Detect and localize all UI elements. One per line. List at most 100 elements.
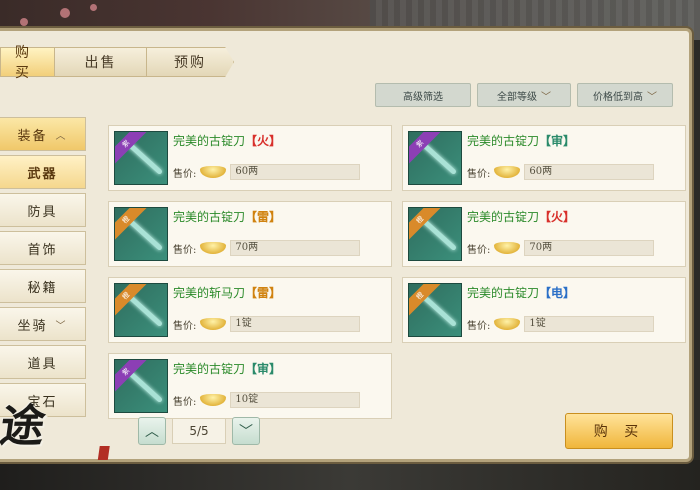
logo-text: 途 <box>0 401 45 452</box>
advanced-filter-label: 高级筛选 <box>403 91 443 103</box>
price-value: 1锭 <box>524 316 655 332</box>
blossom-decoration <box>90 4 97 11</box>
item-attribute: 【雷】 <box>245 286 282 300</box>
item-card[interactable]: 橙 完美的斩马刀【雷】 售价: 1锭 <box>108 277 392 343</box>
chevron-down-icon: ﹀ <box>239 424 253 440</box>
item-attribute: 【电】 <box>539 286 576 300</box>
blade-icon: 橙 <box>114 283 168 337</box>
blade-icon: 橙 <box>408 283 462 337</box>
level-filter-label: 全部等级 <box>497 91 537 103</box>
item-attribute: 【审】 <box>539 134 576 148</box>
item-card[interactable]: 紫 完美的古锭刀【审】 售价: 60两 <box>402 125 686 191</box>
gold-ingot-icon <box>494 318 521 330</box>
price-row: 售价: 70两 <box>467 240 655 256</box>
blossom-decoration <box>60 8 70 18</box>
gold-ingot-icon <box>200 394 227 406</box>
sidebar-item-label: 武器 <box>27 166 58 182</box>
blossom-decoration <box>20 18 28 26</box>
price-label: 售价: <box>467 320 491 332</box>
game-logo: 途 <box>0 390 146 470</box>
item-name: 完美的古锭刀 <box>173 210 246 224</box>
tab-sell[interactable]: 出售 <box>54 47 146 77</box>
sidebar-item-label: 首饰 <box>27 242 58 258</box>
buy-button[interactable]: 购 买 <box>565 413 673 449</box>
item-card[interactable]: 橙 完美的古锭刀【雷】 售价: 70两 <box>108 201 392 267</box>
price-row: 售价: 60两 <box>467 164 655 180</box>
gold-ingot-icon <box>494 166 521 178</box>
item-attribute: 【雷】 <box>245 210 282 224</box>
trade-tabs: 购买 出售 预购 <box>0 45 234 81</box>
advanced-filter-button[interactable]: 高级筛选 <box>375 83 471 107</box>
pagination: ︿ 5/5 ﹀ <box>138 417 260 445</box>
sidebar-item-weapons[interactable]: 武器 <box>0 155 86 189</box>
category-sidebar: 装备 ︿ 武器 防具 首饰 秘籍 坐骑 ﹀ 道具 宝石 <box>0 117 90 421</box>
price-value: 70两 <box>230 240 361 256</box>
seal-mark <box>97 446 110 460</box>
price-value: 70两 <box>524 240 655 256</box>
price-label: 售价: <box>173 320 197 332</box>
blade-icon: 紫 <box>114 131 168 185</box>
item-name-line: 完美的古锭刀【电】 <box>467 284 575 301</box>
item-name: 完美的古锭刀 <box>467 134 540 148</box>
page-prev-button[interactable]: ︿ <box>138 417 166 445</box>
sidebar-item-equipment[interactable]: 装备 ︿ <box>0 117 86 151</box>
item-card[interactable]: 紫 完美的古锭刀【审】 售价: 10锭 <box>108 353 392 419</box>
sidebar-item-label: 装备 <box>17 128 48 144</box>
tab-preorder[interactable]: 预购 <box>146 47 234 77</box>
item-name-line: 完美的斩马刀【雷】 <box>173 284 281 301</box>
item-name: 完美的古锭刀 <box>173 362 246 376</box>
item-name-line: 完美的古锭刀【火】 <box>467 208 575 225</box>
chevron-down-icon: ﹀ <box>647 91 657 103</box>
sort-label: 价格低到高 <box>593 91 643 103</box>
item-name-line: 完美的古锭刀【审】 <box>173 360 281 377</box>
price-row: 售价: 70两 <box>173 240 361 256</box>
gold-ingot-icon <box>200 242 227 254</box>
sidebar-item-label: 防具 <box>27 204 58 220</box>
item-name-line: 完美的古锭刀【雷】 <box>173 208 281 225</box>
page-indicator: 5/5 <box>172 418 226 444</box>
price-row: 售价: 10锭 <box>173 392 361 408</box>
item-name: 完美的古锭刀 <box>467 210 540 224</box>
sidebar-item-manuals[interactable]: 秘籍 <box>0 269 86 303</box>
price-row: 售价: 1锭 <box>467 316 655 332</box>
item-card[interactable]: 橙 完美的古锭刀【火】 售价: 70两 <box>402 201 686 267</box>
blade-icon: 紫 <box>408 131 462 185</box>
item-name: 完美的斩马刀 <box>173 286 246 300</box>
item-grid: 紫 完美的古锭刀【火】 售价: 60两 紫 完美的古锭刀【审】 售价: 60两 橙 … <box>108 125 686 421</box>
price-value: 1锭 <box>230 316 361 332</box>
item-name: 完美的古锭刀 <box>173 134 246 148</box>
item-card[interactable]: 橙 完美的古锭刀【电】 售价: 1锭 <box>402 277 686 343</box>
item-attribute: 【火】 <box>245 134 282 148</box>
sidebar-item-label: 秘籍 <box>27 280 58 296</box>
price-label: 售价: <box>173 396 197 408</box>
sidebar-item-armor[interactable]: 防具 <box>0 193 86 227</box>
item-name-line: 完美的古锭刀【火】 <box>173 132 281 149</box>
item-attribute: 【火】 <box>539 210 576 224</box>
page-next-button[interactable]: ﹀ <box>232 417 260 445</box>
price-row: 售价: 60两 <box>173 164 361 180</box>
price-label: 售价: <box>173 244 197 256</box>
sidebar-item-label: 道具 <box>27 356 58 372</box>
sidebar-item-mounts[interactable]: 坐骑 ﹀ <box>0 307 86 341</box>
item-name: 完美的古锭刀 <box>467 286 540 300</box>
blade-icon: 橙 <box>408 207 462 261</box>
item-card[interactable]: 紫 完美的古锭刀【火】 售价: 60两 <box>108 125 392 191</box>
sort-dropdown[interactable]: 价格低到高 ﹀ <box>577 83 673 107</box>
blade-icon: 橙 <box>114 207 168 261</box>
sidebar-item-label: 坐骑 <box>17 318 48 334</box>
price-label: 售价: <box>173 168 197 180</box>
tab-buy[interactable]: 购买 <box>0 45 54 81</box>
chevron-down-icon: ﹀ <box>55 320 68 332</box>
chevron-down-icon: ﹀ <box>541 91 551 103</box>
item-attribute: 【审】 <box>245 362 282 376</box>
price-label: 售价: <box>467 168 491 180</box>
price-value: 60两 <box>524 164 655 180</box>
price-label: 售价: <box>467 244 491 256</box>
sidebar-item-jewelry[interactable]: 首饰 <box>0 231 86 265</box>
gold-ingot-icon <box>200 318 227 330</box>
item-name-line: 完美的古锭刀【审】 <box>467 132 575 149</box>
price-value: 60两 <box>230 164 361 180</box>
level-filter-dropdown[interactable]: 全部等级 ﹀ <box>477 83 571 107</box>
sidebar-item-props[interactable]: 道具 <box>0 345 86 379</box>
gold-ingot-icon <box>494 242 521 254</box>
